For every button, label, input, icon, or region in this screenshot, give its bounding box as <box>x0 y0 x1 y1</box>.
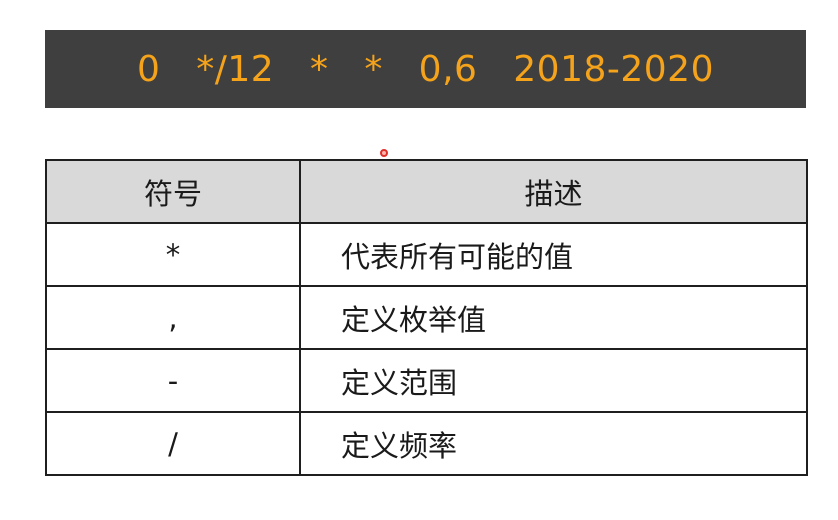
header-symbol: 符号 <box>45 159 301 224</box>
table-row: - 定义范围 <box>45 348 808 413</box>
description-cell: 代表所有可能的值 <box>299 222 808 287</box>
table-row: / 定义频率 <box>45 411 808 476</box>
description-cell: 定义枚举值 <box>299 285 808 350</box>
table-row: * 代表所有可能的值 <box>45 222 808 287</box>
table-row: , 定义枚举值 <box>45 285 808 350</box>
symbol-cell: / <box>45 411 301 476</box>
symbol-cell: , <box>45 285 301 350</box>
mouse-cursor-indicator <box>380 149 388 157</box>
description-cell: 定义范围 <box>299 348 808 413</box>
cron-expression-banner: 0 */12 * * 0,6 2018-2020 <box>45 30 806 108</box>
cron-symbol-table: 符号 描述 * 代表所有可能的值 , 定义枚举值 - 定义范围 / 定义频率 <box>45 159 808 476</box>
header-description: 描述 <box>299 159 808 224</box>
table-header-row: 符号 描述 <box>45 159 808 224</box>
symbol-cell: * <box>45 222 301 287</box>
symbol-cell: - <box>45 348 301 413</box>
cron-expression-text: 0 */12 * * 0,6 2018-2020 <box>137 48 714 90</box>
description-cell: 定义频率 <box>299 411 808 476</box>
